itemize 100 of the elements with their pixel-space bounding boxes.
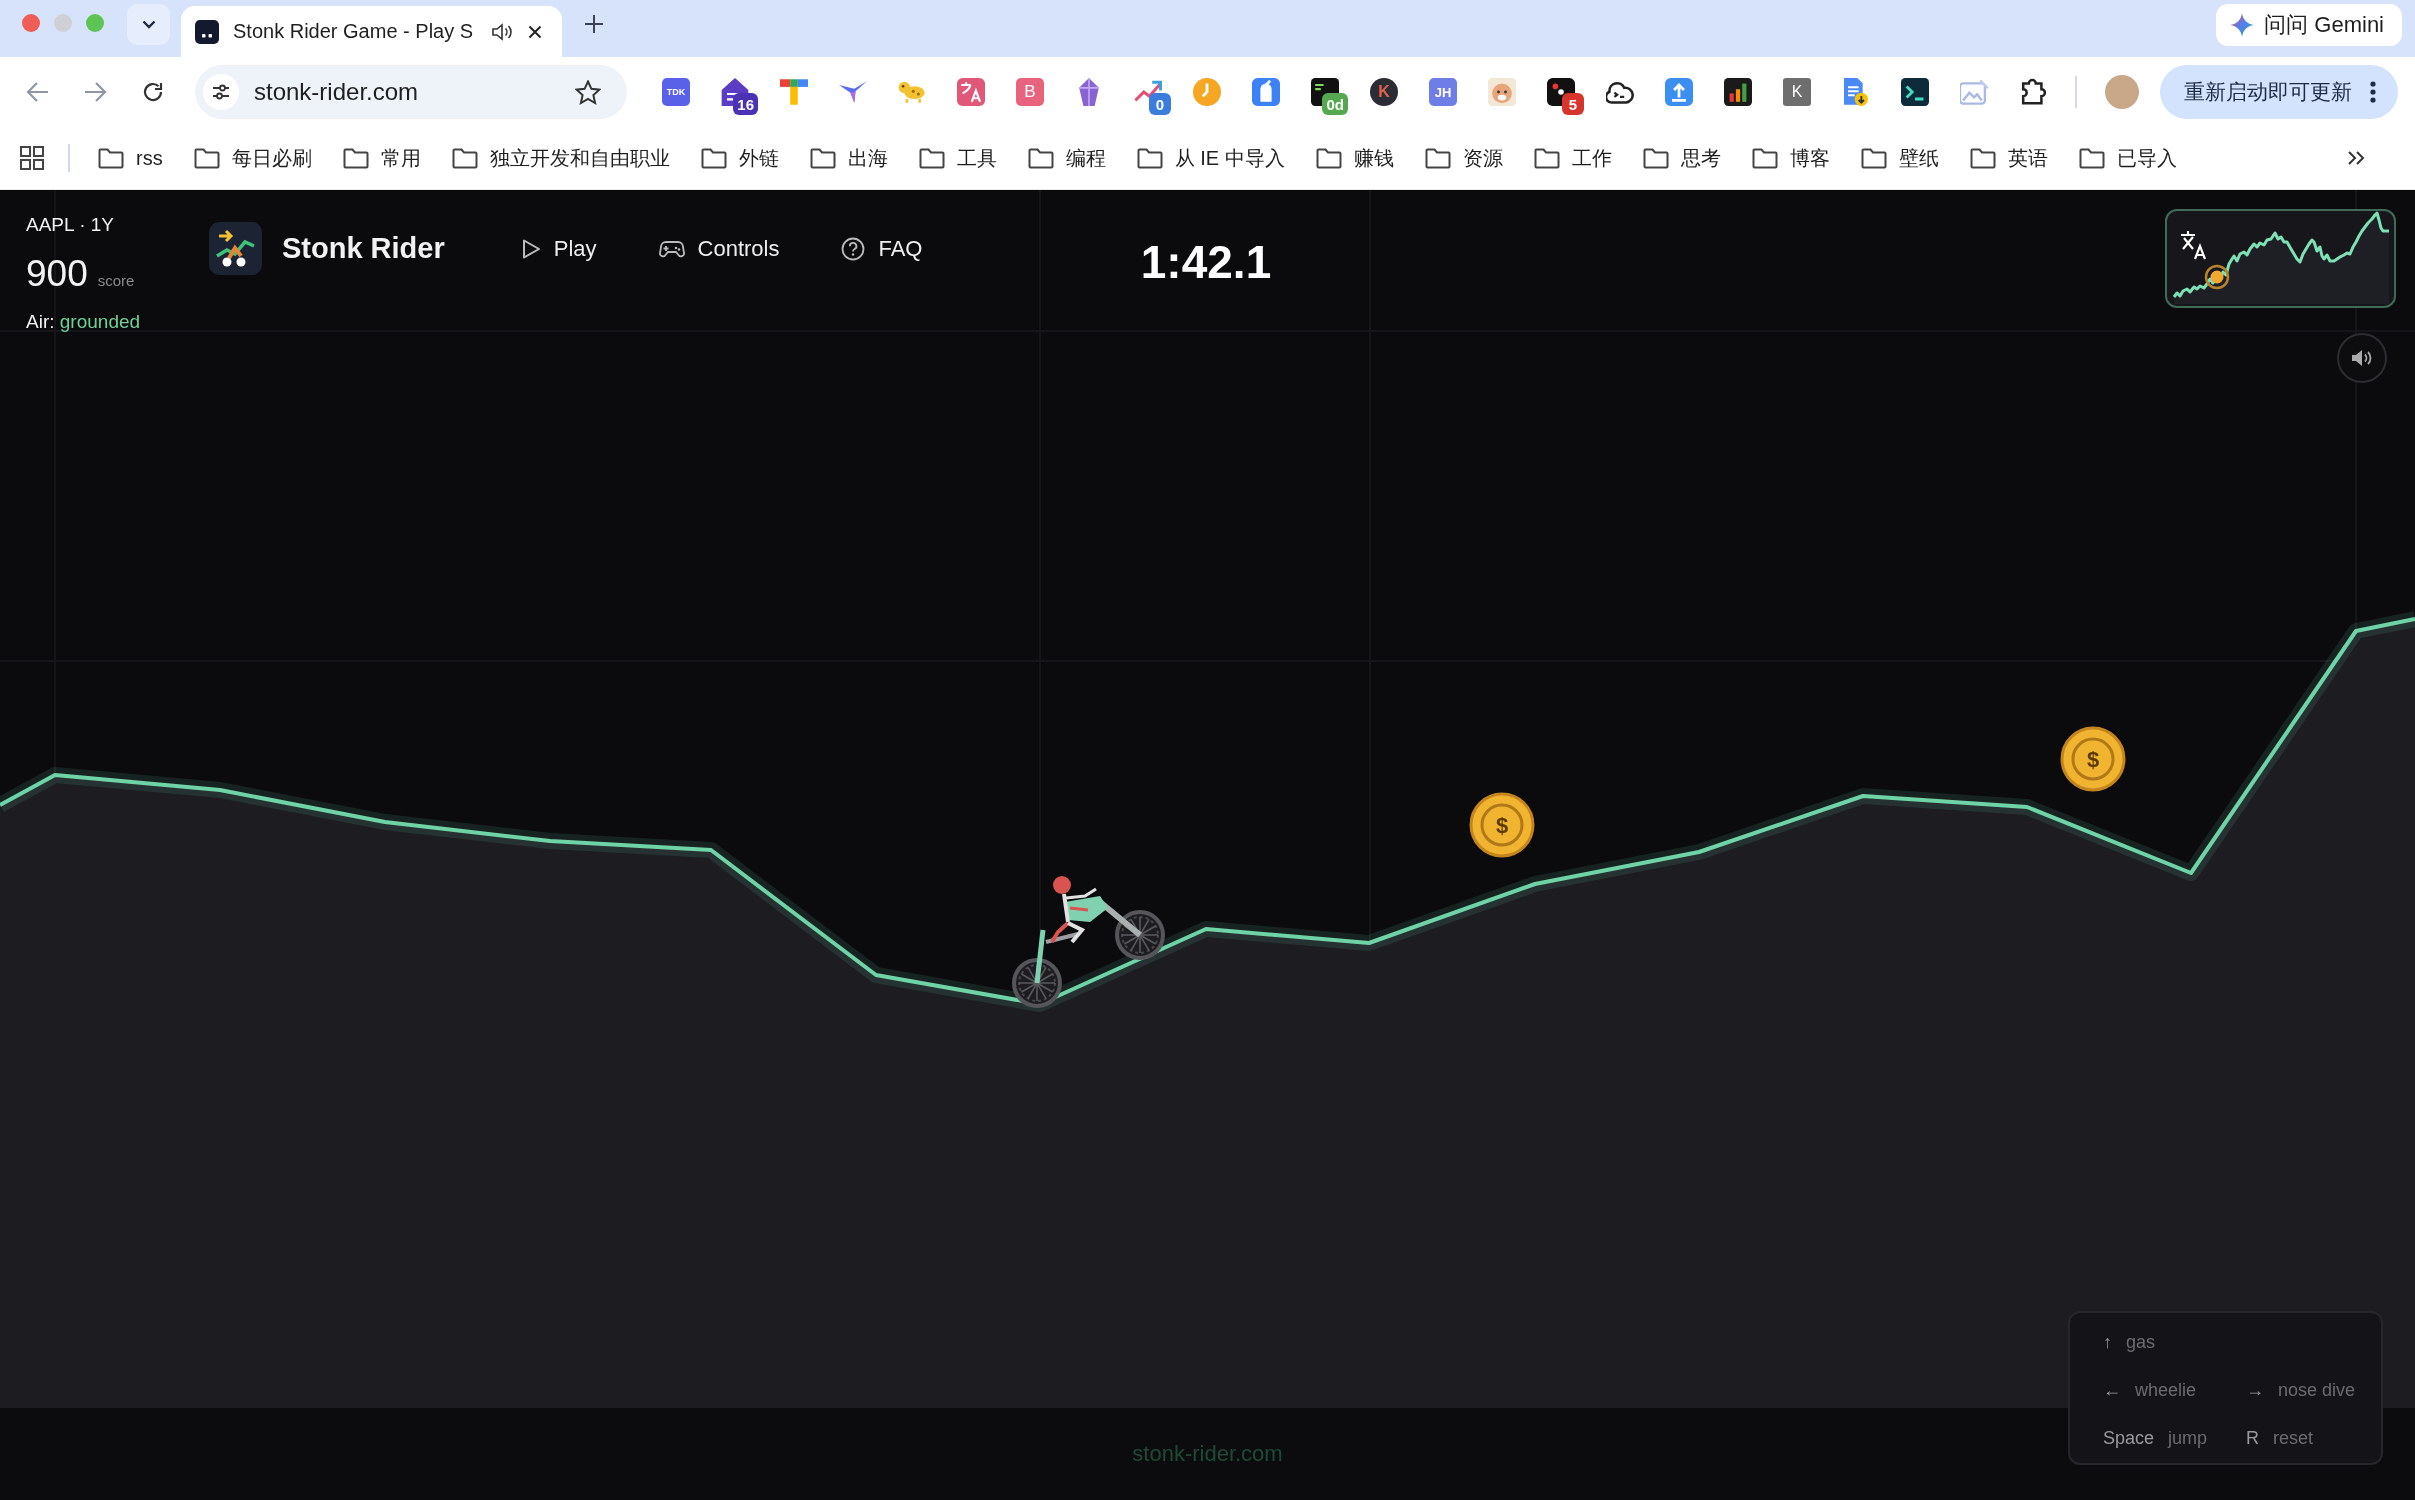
sound-button[interactable] bbox=[2337, 333, 2387, 383]
bookmark-star-icon[interactable] bbox=[575, 79, 601, 105]
bookmark-folder[interactable]: 资源 bbox=[1424, 144, 1503, 172]
speaker-icon bbox=[2351, 349, 2373, 367]
folder-icon bbox=[193, 147, 220, 169]
score-value: 900 bbox=[26, 252, 88, 296]
folder-icon bbox=[1424, 147, 1451, 169]
extension-button[interactable]: K bbox=[1783, 78, 1811, 106]
bookmark-folder[interactable]: 思考 bbox=[1642, 144, 1721, 172]
gemini-button[interactable]: 问问 Gemini bbox=[2216, 4, 2402, 46]
upload-icon[interactable] bbox=[1665, 78, 1693, 106]
folder-icon bbox=[2078, 147, 2105, 169]
help-icon bbox=[841, 236, 866, 261]
coin-icon: $ bbox=[1469, 792, 1535, 858]
action-label: jump bbox=[2168, 1427, 2208, 1449]
window-close-icon[interactable] bbox=[22, 14, 40, 32]
bookmark-folder[interactable]: 从 IE 中导入 bbox=[1136, 144, 1285, 172]
action-label: wheelie bbox=[2135, 1379, 2197, 1401]
chevron-down-icon bbox=[141, 20, 156, 29]
extension-button[interactable]: JH bbox=[1429, 78, 1457, 106]
play-icon bbox=[520, 237, 541, 260]
update-button[interactable]: 重新启动即可更新 bbox=[2160, 65, 2398, 119]
nav-link[interactable]: Controls bbox=[658, 235, 780, 262]
folder-icon bbox=[918, 147, 945, 169]
folder-icon bbox=[451, 147, 478, 169]
bookmark-folder[interactable]: 英语 bbox=[1969, 144, 2048, 172]
sparkle-icon bbox=[2230, 13, 2255, 37]
bookmark-folder[interactable]: 每日必刷 bbox=[193, 144, 312, 172]
site-name: stonk-rider.com bbox=[1132, 1441, 1283, 1467]
count-badge: 5 bbox=[1562, 93, 1584, 115]
bird-tile-icon[interactable] bbox=[1252, 78, 1280, 106]
folder-icon bbox=[1136, 147, 1163, 169]
folder-icon bbox=[1642, 147, 1669, 169]
translate-icon[interactable] bbox=[2179, 229, 2207, 261]
brand-name: Stonk Rider bbox=[282, 232, 445, 265]
close-icon[interactable] bbox=[528, 24, 542, 39]
bookmark-folder[interactable]: 出海 bbox=[809, 144, 888, 172]
count-badge: 0d bbox=[1322, 93, 1348, 115]
folder-icon bbox=[1969, 147, 1996, 169]
folder-icon bbox=[342, 147, 369, 169]
back-arrow-icon[interactable] bbox=[26, 81, 50, 103]
url-text: stonk-rider.com bbox=[254, 78, 420, 106]
score-label: score bbox=[97, 272, 135, 289]
bookmark-folder[interactable]: 外链 bbox=[700, 144, 779, 172]
site-settings-icon[interactable] bbox=[203, 74, 239, 110]
key-label: ↑ bbox=[2103, 1331, 2112, 1353]
folder-icon bbox=[1027, 147, 1054, 169]
app-favicon-icon bbox=[195, 19, 219, 44]
folder-icon bbox=[809, 147, 836, 169]
apps-grid-icon[interactable] bbox=[20, 146, 44, 170]
action-label: nose dive bbox=[2278, 1379, 2356, 1401]
bookmark-folder[interactable]: 工作 bbox=[1533, 144, 1612, 172]
animal-face-icon[interactable] bbox=[1488, 78, 1516, 106]
bookmark-folder[interactable]: rss bbox=[98, 146, 163, 170]
bookmark-folder[interactable]: 博客 bbox=[1751, 144, 1830, 172]
forward-arrow-icon[interactable] bbox=[83, 81, 107, 103]
reload-icon[interactable] bbox=[142, 81, 164, 103]
extension-button[interactable]: TDK bbox=[662, 78, 690, 106]
folder-icon bbox=[1860, 147, 1887, 169]
address-bar[interactable]: stonk-rider.com bbox=[195, 65, 627, 119]
folder-icon bbox=[98, 147, 124, 169]
tab-title: Stonk Rider Game - Play S bbox=[233, 20, 475, 43]
speaker-icon[interactable] bbox=[492, 22, 514, 41]
folder-icon bbox=[700, 147, 727, 169]
browser-tab[interactable]: Stonk Rider Game - Play S bbox=[181, 6, 562, 57]
extension-button[interactable]: K bbox=[1370, 78, 1398, 106]
key-label: Space bbox=[2103, 1427, 2155, 1449]
race-timer: 1:42.1 bbox=[1140, 235, 1272, 289]
bookmark-folder[interactable]: 编程 bbox=[1027, 144, 1106, 172]
key-label: → bbox=[2246, 1379, 2264, 1401]
folder-icon bbox=[1751, 147, 1778, 169]
action-label: gas bbox=[2126, 1331, 2156, 1353]
blocks-icon[interactable] bbox=[780, 78, 808, 106]
folder-icon bbox=[1533, 147, 1560, 169]
count-badge: 16 bbox=[733, 93, 758, 115]
position-marker-icon bbox=[2204, 264, 2230, 290]
bookmark-folder[interactable]: 已导入 bbox=[2078, 144, 2177, 172]
document-download-icon[interactable] bbox=[1842, 78, 1870, 106]
bookmark-folder[interactable]: 壁纸 bbox=[1860, 144, 1939, 172]
extensions-icon[interactable] bbox=[2019, 78, 2047, 106]
nav-link[interactable]: FAQ bbox=[841, 235, 923, 262]
double-chevron-icon[interactable] bbox=[2347, 150, 2365, 166]
nav-link[interactable]: Play bbox=[520, 235, 597, 262]
folder-icon bbox=[1315, 147, 1342, 169]
gamepad-icon bbox=[658, 239, 685, 258]
key-label: R bbox=[2246, 1427, 2259, 1449]
bar-chart-icon[interactable] bbox=[1724, 78, 1752, 106]
bookmark-folder[interactable]: 工具 bbox=[918, 144, 997, 172]
bookmark-folder[interactable]: 常用 bbox=[342, 144, 421, 172]
bookmark-folder[interactable]: 独立开发和自由职业 bbox=[451, 144, 670, 172]
more-icon bbox=[2370, 81, 2376, 103]
plus-icon[interactable] bbox=[584, 14, 604, 34]
action-label: reset bbox=[2273, 1427, 2314, 1449]
count-badge: 0 bbox=[1149, 93, 1171, 115]
logo-icon[interactable] bbox=[209, 222, 262, 275]
terminal-icon[interactable] bbox=[1901, 78, 1929, 106]
bookmark-folder[interactable]: 赚钱 bbox=[1315, 144, 1394, 172]
coin-icon: $ bbox=[2060, 726, 2126, 792]
ticker-label: AAPL · 1Y bbox=[26, 213, 114, 237]
key-label: ← bbox=[2103, 1379, 2121, 1401]
